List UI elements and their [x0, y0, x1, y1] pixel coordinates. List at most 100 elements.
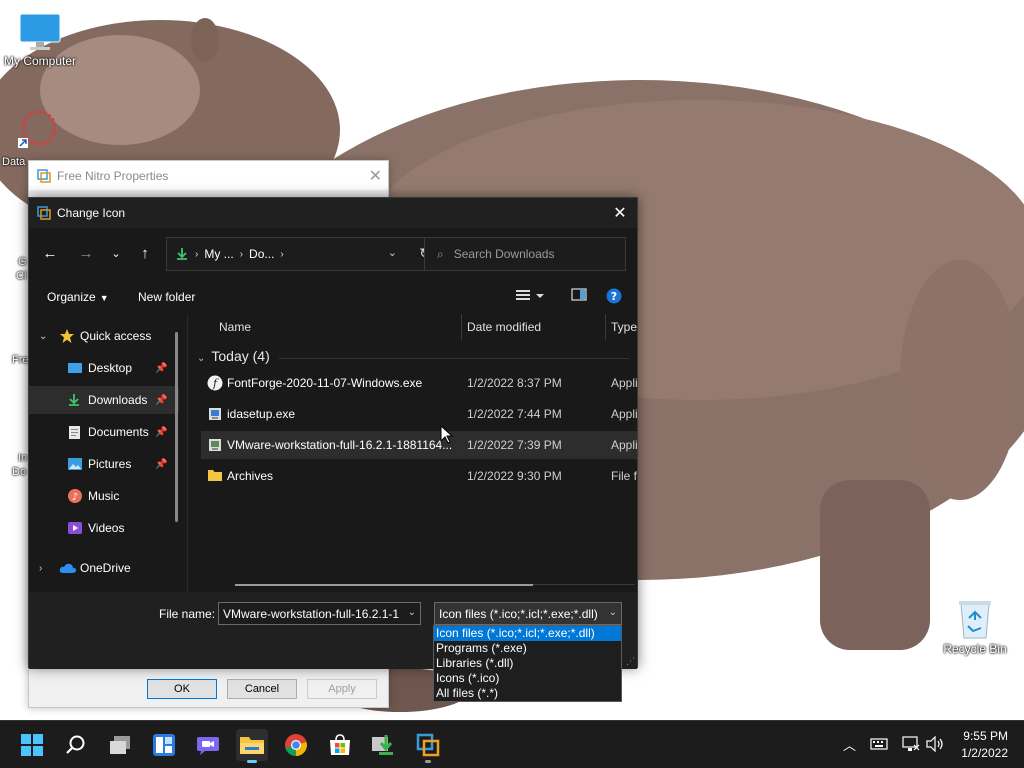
svg-text:?: ?	[611, 290, 617, 303]
clock-date: 1/2/2022	[961, 746, 1008, 760]
cloud-icon	[59, 563, 77, 573]
music-icon: ♪	[68, 489, 82, 503]
file-type: Appli	[611, 407, 637, 421]
group-label: Today (4)	[211, 348, 270, 364]
breadcrumb-downloads[interactable]: Do...	[249, 247, 274, 261]
sidebar-item-videos[interactable]: Videos	[29, 514, 179, 542]
column-header-type[interactable]: Type	[611, 314, 637, 340]
address-bar[interactable]: › My ... › Do... › ⌄ ↻	[166, 237, 442, 271]
recycle-bin-desktop-icon[interactable]: Recycle Bin	[935, 598, 1015, 656]
navigation-scrollbar[interactable]	[175, 332, 178, 522]
chat-button[interactable]	[192, 729, 224, 761]
store-button[interactable]	[324, 729, 356, 761]
start-button[interactable]	[16, 729, 48, 761]
properties-close-button[interactable]: ✕	[369, 166, 382, 186]
file-name: FontForge-2020-11-07-Windows.exe	[227, 376, 423, 390]
properties-titlebar[interactable]: Free Nitro Properties	[29, 161, 388, 190]
mouse-cursor-icon	[440, 425, 454, 444]
table-row[interactable]: VMware-workstation-full-16.2.1-1881164..…	[201, 431, 637, 459]
file-explorer-button[interactable]	[236, 729, 268, 763]
pin-icon: 📌	[155, 458, 168, 470]
column-separator[interactable]	[461, 314, 462, 340]
help-icon[interactable]: ?	[606, 288, 622, 304]
view-options-icon[interactable]	[515, 288, 545, 304]
preview-pane-icon[interactable]	[571, 288, 587, 302]
dialog-title: Change Icon	[57, 206, 126, 220]
sidebar-item-quick-access[interactable]: ⌄ Quick access	[29, 322, 179, 350]
sidebar-item-onedrive[interactable]: › OneDrive	[29, 554, 179, 582]
column-separator[interactable]	[605, 314, 606, 340]
chevron-up-icon[interactable]: ︿	[843, 735, 856, 754]
data-shortcut-icon[interactable]	[18, 108, 60, 148]
file-name: Archives	[227, 469, 274, 483]
app-download-button[interactable]	[368, 729, 400, 761]
table-row[interactable]: idasetup.exe 1/2/2022 7:44 PM Appli	[201, 400, 637, 428]
file-type-option[interactable]: Programs (*.exe)	[434, 641, 621, 656]
table-row[interactable]: Archives 1/2/2022 9:30 PM File fo	[201, 462, 637, 490]
resize-grip-icon[interactable]: ⋰	[626, 656, 635, 667]
chevron-down-icon: ⌄	[39, 330, 48, 342]
horizontal-scrollbar[interactable]	[235, 584, 533, 586]
chrome-button[interactable]	[280, 729, 312, 761]
widgets-button[interactable]	[148, 729, 180, 761]
file-type-select[interactable]: Icon files (*.ico;*.icl;*.exe;*.dll) ⌄	[434, 602, 622, 625]
dialog-titlebar[interactable]: Change Icon	[29, 198, 637, 228]
forward-button[interactable]: →	[75, 242, 97, 264]
keyboard-icon[interactable]	[870, 738, 888, 750]
organize-button[interactable]: Organize ▼	[47, 290, 109, 304]
sidebar-item-label: Documents	[88, 425, 149, 439]
group-divider	[279, 358, 629, 359]
sidebar-item-documents[interactable]: Documents 📌	[29, 418, 179, 446]
file-name: VMware-workstation-full-16.2.1-1881164..…	[227, 438, 453, 452]
cancel-button[interactable]: Cancel	[227, 679, 297, 699]
edge-label-do: Do	[12, 466, 27, 478]
back-button[interactable]: ←	[39, 242, 61, 264]
recycle-bin-label: Recycle Bin	[943, 642, 1007, 656]
breadcrumb-my-computer[interactable]: My ...	[204, 247, 233, 261]
file-type-option[interactable]: All files (*.*)	[434, 686, 621, 701]
search-button[interactable]	[60, 729, 92, 761]
task-view-icon	[110, 736, 130, 754]
pane-divider[interactable]	[187, 314, 188, 592]
sidebar-item-label: Videos	[88, 521, 125, 535]
dialog-close-button[interactable]: ✕	[609, 202, 631, 224]
address-dropdown-icon[interactable]: ⌄	[388, 246, 397, 259]
column-header-name[interactable]: Name	[219, 314, 251, 340]
file-type: File fo	[611, 469, 637, 483]
breadcrumb-separator-icon: ›	[239, 248, 244, 260]
up-button[interactable]: ↑	[134, 242, 156, 264]
column-header-date[interactable]: Date modified	[467, 314, 541, 340]
sidebar-item-desktop[interactable]: Desktop 📌	[29, 354, 179, 382]
properties-button-row: OK Cancel Apply	[147, 679, 377, 699]
nitro-app-button[interactable]	[412, 729, 444, 763]
network-icon[interactable]	[902, 736, 920, 752]
sidebar-item-music[interactable]: ♪ Music	[29, 482, 179, 510]
group-header-today[interactable]: ⌄ Today (4)	[197, 348, 270, 364]
file-date: 1/2/2022 8:37 PM	[467, 376, 562, 390]
download-arrow-icon	[177, 248, 187, 260]
sidebar-item-downloads[interactable]: Downloads 📌	[29, 386, 179, 414]
ok-button[interactable]: OK	[147, 679, 217, 699]
table-row[interactable]: f FontForge-2020-11-07-Windows.exe 1/2/2…	[201, 369, 637, 397]
file-type-option[interactable]: Icon files (*.ico;*.icl;*.exe;*.dll)	[434, 626, 621, 641]
my-computer-desktop-icon[interactable]: My Computer	[0, 12, 80, 68]
recent-locations-button[interactable]: ⌄	[105, 242, 127, 264]
recycle-bin-icon	[959, 601, 991, 639]
sidebar-item-label: Music	[88, 489, 120, 503]
search-input[interactable]: ⌕ Search Downloads	[424, 237, 626, 271]
file-date: 1/2/2022 7:44 PM	[467, 407, 562, 421]
file-type-option[interactable]: Icons (*.ico)	[434, 671, 621, 686]
chevron-down-icon[interactable]: ⌄	[408, 607, 416, 618]
svg-text:♪: ♪	[72, 492, 78, 503]
properties-title: Free Nitro Properties	[57, 168, 169, 183]
file-name-input[interactable]: VMware-workstation-full-16.2.1-1 ⌄	[218, 602, 421, 625]
pin-icon: 📌	[155, 394, 168, 406]
volume-icon[interactable]	[926, 736, 944, 752]
clock[interactable]: 9:55 PM 1/2/2022	[961, 728, 1008, 762]
monitor-icon	[19, 13, 61, 50]
sidebar-item-pictures[interactable]: Pictures 📌	[29, 450, 179, 478]
file-type-option[interactable]: Libraries (*.dll)	[434, 656, 621, 671]
task-view-button[interactable]	[104, 729, 136, 761]
apply-button[interactable]: Apply	[307, 679, 377, 699]
new-folder-button[interactable]: New folder	[138, 290, 195, 304]
